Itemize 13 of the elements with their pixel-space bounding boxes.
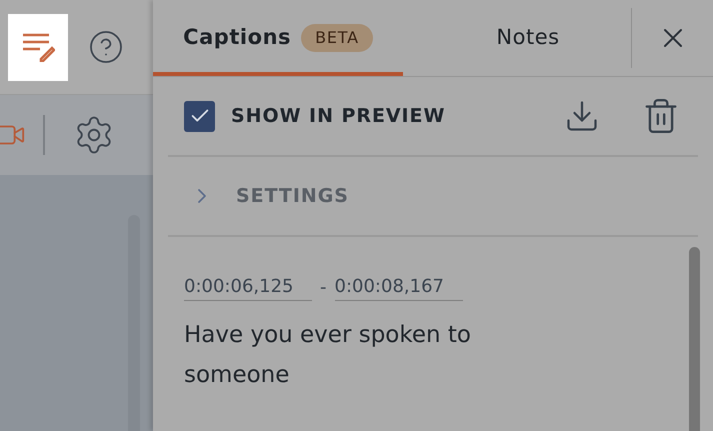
beta-badge: BETA — [301, 24, 373, 52]
checkbox-label: SHOW IN PREVIEW — [231, 104, 446, 129]
tab[interactable]: Notes — [403, 0, 653, 76]
start-time-field[interactable]: 0:00:06,125 — [184, 273, 312, 301]
tab[interactable]: Captions BETA — [153, 0, 403, 76]
captions-edit-button[interactable] — [8, 14, 68, 80]
lines-pencil-icon — [21, 32, 55, 62]
end-time-field[interactable]: 0:00:08,167 — [334, 273, 462, 301]
checkbox[interactable] — [184, 100, 215, 132]
help-icon[interactable] — [88, 29, 124, 65]
caption-text[interactable]: Have you ever spoken to someone — [184, 315, 534, 395]
time-separator: - — [320, 276, 326, 300]
scrollbar[interactable] — [689, 247, 700, 431]
